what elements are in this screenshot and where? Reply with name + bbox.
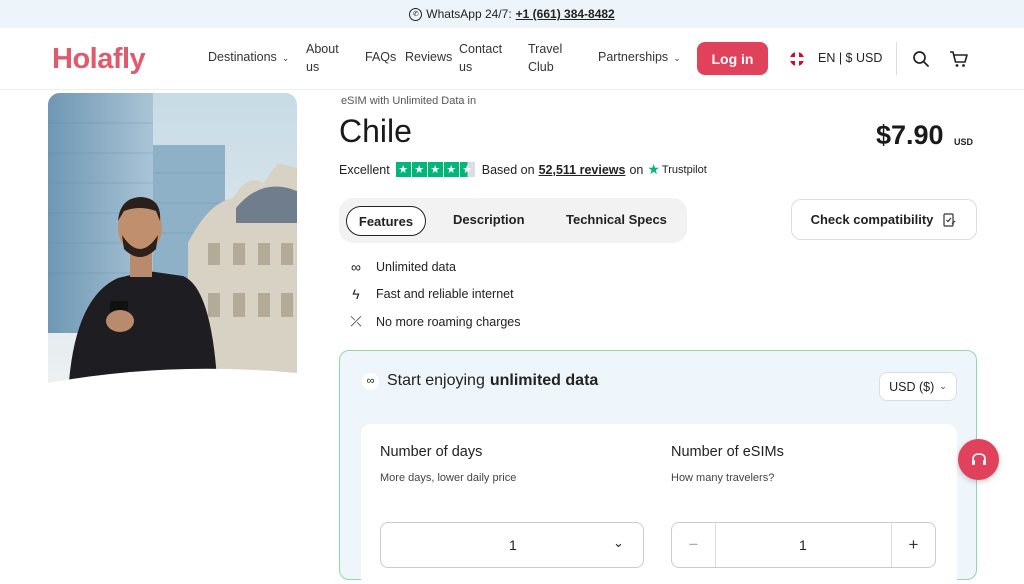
nav-about-us[interactable]: About us <box>306 40 346 76</box>
increment-button[interactable]: + <box>891 523 935 567</box>
chevron-down-icon: ⌄ <box>613 535 624 550</box>
half-star-icon: ★ <box>459 162 475 177</box>
whatsapp-icon: ✆ <box>409 7 423 21</box>
currency-select-value: USD ($) <box>889 379 935 394</box>
bolt-icon: ϟ <box>352 286 360 302</box>
star-icon: ★ <box>443 162 459 177</box>
tab-features[interactable]: Features <box>346 206 426 236</box>
nav-partnerships[interactable]: Partnerships ⌄ <box>598 48 681 67</box>
trustpilot-rating: Excellent ★ ★ ★ ★ ★ Based on 52,511 revi… <box>339 161 707 178</box>
tab-technical-specs[interactable]: Technical Specs <box>566 212 667 227</box>
feature-item: ϟ Fast and reliable internet <box>346 286 514 302</box>
tab-description[interactable]: Description <box>453 212 525 227</box>
esims-value: 1 <box>799 537 807 553</box>
whatsapp-bar: ✆ WhatsApp 24/7: +1 (661) 384-8482 <box>0 0 1024 28</box>
search-icon[interactable] <box>910 48 932 70</box>
check-compatibility-button[interactable]: Check compatibility <box>791 199 977 240</box>
plan-options-card: Number of days More days, lower daily pr… <box>361 424 957 584</box>
uk-flag-icon <box>790 52 804 66</box>
on-label: on <box>629 162 644 177</box>
infinity-icon: ∞ <box>351 259 361 275</box>
rating-label: Excellent <box>339 162 390 177</box>
checklist-icon <box>943 212 956 227</box>
nav-reviews[interactable]: Reviews <box>405 48 452 66</box>
star-icon: ★ <box>427 162 443 177</box>
no-roaming-icon: ⤫ <box>350 313 362 329</box>
whatsapp-phone-link[interactable]: +1 (661) 384-8482 <box>516 7 615 21</box>
trustpilot-star-icon: ★ <box>647 161 660 177</box>
feature-label: Fast and reliable internet <box>376 287 514 301</box>
plan-selector-panel: ∞ Start enjoying unlimited data USD ($) … <box>339 350 977 584</box>
trustpilot-logo: ★ Trustpilot <box>647 161 706 178</box>
product-subtitle: eSIM with Unlimited Data in <box>341 95 477 107</box>
esims-title: Number of eSIMs <box>671 444 784 460</box>
main-nav: Holafly Destinations ⌄ About us FAQs Revi… <box>0 28 1024 90</box>
infinity-icon: ∞ <box>362 372 379 390</box>
check-compatibility-label: Check compatibility <box>810 212 934 227</box>
chevron-down-icon: ⌄ <box>281 53 290 63</box>
nav-partnerships-label: Partnerships <box>598 50 669 64</box>
plan-title: ∞ Start enjoying unlimited data <box>362 372 598 390</box>
nav-faqs[interactable]: FAQs <box>365 48 396 66</box>
traveler-photo <box>48 93 297 396</box>
chile-hero-image <box>48 93 297 396</box>
product-price: $7.90 <box>876 120 944 150</box>
rating-stars: ★ ★ ★ ★ ★ <box>395 162 476 177</box>
feature-item: ∞ Unlimited data <box>346 259 456 275</box>
feature-label: Unlimited data <box>376 260 456 274</box>
plan-title-prefix: Start enjoying <box>387 372 485 389</box>
feature-label: No more roaming charges <box>376 314 521 329</box>
headset-icon <box>971 452 986 465</box>
esims-stepper[interactable]: − 1 + <box>671 522 936 568</box>
days-value: 1 <box>509 537 517 553</box>
nav-destinations[interactable]: Destinations ⌄ <box>208 48 289 67</box>
esims-subtitle: How many travelers? <box>671 472 775 484</box>
currency-select[interactable]: USD ($) ⌄ <box>879 372 957 401</box>
product-tabs: Features Description Technical Specs <box>339 198 687 243</box>
whatsapp-label: WhatsApp 24/7: <box>426 7 512 21</box>
cart-icon[interactable] <box>948 48 970 70</box>
star-icon: ★ <box>395 162 411 177</box>
chevron-down-icon: ⌄ <box>939 381 947 391</box>
locale-selector[interactable]: EN | $ USD <box>818 51 882 65</box>
reviews-link[interactable]: 52,511 reviews <box>539 163 626 177</box>
days-title: Number of days <box>380 444 483 460</box>
chevron-down-icon: ⌄ <box>673 53 681 63</box>
trustpilot-label: Trustpilot <box>661 163 707 176</box>
nav-travel-club[interactable]: Travel Club <box>528 40 568 76</box>
price-currency: USD <box>954 137 974 147</box>
based-on-label: Based on <box>481 162 535 177</box>
feature-item: ⤫ No more roaming charges <box>346 313 521 330</box>
decrement-button[interactable]: − <box>672 523 716 567</box>
nav-divider <box>896 42 897 75</box>
holafly-logo[interactable]: Holafly <box>52 43 146 76</box>
nav-contact-us[interactable]: Contact us <box>459 40 509 76</box>
product-country: Chile <box>339 113 412 149</box>
star-icon: ★ <box>411 162 427 177</box>
chat-support-button[interactable] <box>958 439 999 480</box>
days-select[interactable]: 1 ⌄ <box>380 522 644 568</box>
nav-destinations-label: Destinations <box>208 50 277 64</box>
days-subtitle: More days, lower daily price <box>380 472 517 484</box>
plan-title-bold: unlimited data <box>489 372 599 389</box>
login-button[interactable]: Log in <box>697 42 768 75</box>
